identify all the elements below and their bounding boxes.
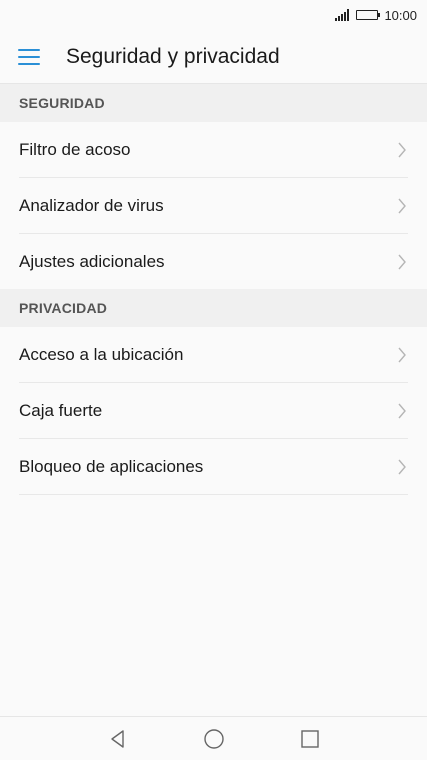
section-header-seguridad: SEGURIDAD [0,84,427,122]
list-item-label: Acceso a la ubicación [19,344,184,364]
chevron-right-icon [396,142,408,158]
status-time: 10:00 [384,7,417,23]
section-header-privacidad: PRIVACIDAD [0,289,427,327]
hamburger-menu-icon [18,48,40,51]
navigation-bar [0,716,427,760]
chevron-right-icon [396,198,408,214]
app-bar: Seguridad y privacidad [0,30,427,84]
battery-icon [356,10,381,20]
list-item-label: Filtro de acoso [19,139,131,159]
chevron-right-icon [396,403,408,419]
list-item-label: Ajustes adicionales [19,251,165,271]
list-item-label: Bloqueo de aplicaciones [19,456,204,476]
list-item-acceso-a-la-ubicacion[interactable]: Acceso a la ubicación [19,327,408,383]
menu-button[interactable] [18,42,48,72]
back-button[interactable] [106,727,130,751]
settings-list: SEGURIDAD Filtro de acoso Analizador de … [0,84,427,495]
home-button[interactable] [202,727,226,751]
chevron-right-icon [396,459,408,475]
list-item-caja-fuerte[interactable]: Caja fuerte [19,383,408,439]
recents-button[interactable] [298,727,322,751]
list-item-bloqueo-de-aplicaciones[interactable]: Bloqueo de aplicaciones [19,439,408,495]
list-item-analizador-de-virus[interactable]: Analizador de virus [19,178,408,234]
back-icon [110,729,124,748]
list-item-label: Analizador de virus [19,195,164,215]
list-item-ajustes-adicionales[interactable]: Ajustes adicionales [19,234,408,289]
chevron-right-icon [396,347,408,363]
page-title: Seguridad y privacidad [66,44,280,68]
list-item-label: Caja fuerte [19,400,103,420]
signal-icon [335,9,350,21]
chevron-right-icon [396,254,408,270]
recents-icon [300,729,319,748]
list-item-filtro-de-acoso[interactable]: Filtro de acoso [19,122,408,178]
status-bar: 10:00 [0,0,427,30]
home-icon [203,728,224,749]
